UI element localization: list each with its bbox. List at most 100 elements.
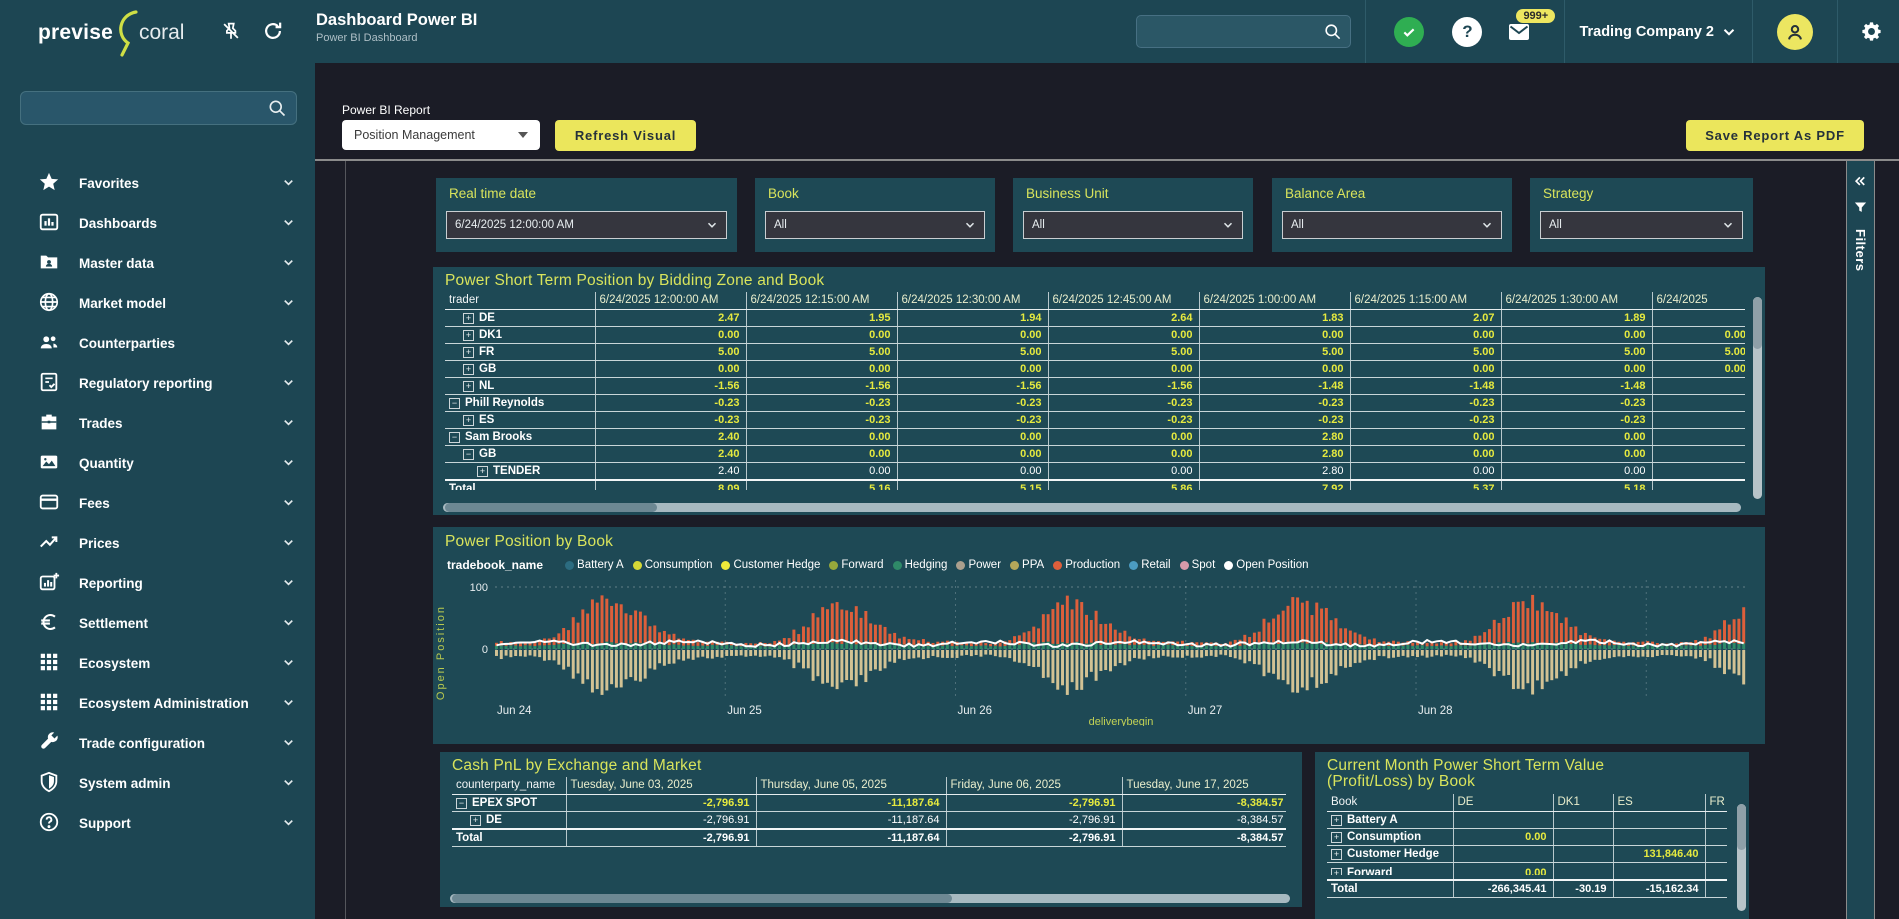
collapse-icon[interactable]: − <box>463 449 474 460</box>
legend-item-forward[interactable]: Forward <box>829 559 883 571</box>
sidebar-item-quantity[interactable]: Quantity <box>0 443 315 483</box>
chevron-down-icon[interactable] <box>281 455 297 471</box>
column-header[interactable]: 6/24/2025 12:45:00 AM <box>1048 292 1199 310</box>
collapse-icon[interactable]: − <box>449 432 460 443</box>
row-header[interactable]: −EPEX SPOT <box>452 795 566 812</box>
filter-dropdown[interactable]: All <box>1023 211 1243 239</box>
sidebar-item-system-admin[interactable]: System admin <box>0 763 315 803</box>
sidebar-item-ecosystem-administration[interactable]: Ecosystem Administration <box>0 683 315 723</box>
chevron-down-icon[interactable] <box>281 335 297 351</box>
pin-off-icon[interactable] <box>220 20 244 44</box>
sidebar-item-support[interactable]: Support <box>0 803 315 843</box>
collapse-icon[interactable]: − <box>449 398 460 409</box>
chevron-down-icon[interactable] <box>281 815 297 831</box>
chevron-down-icon[interactable] <box>281 255 297 271</box>
collapse-icon[interactable]: − <box>456 798 467 809</box>
row-header[interactable]: +FR <box>445 344 595 361</box>
expand-icon[interactable]: + <box>477 466 488 477</box>
horizontal-scrollbar[interactable] <box>450 894 1290 903</box>
chevron-down-icon[interactable] <box>281 175 297 191</box>
sidebar-item-counterparties[interactable]: Counterparties <box>0 323 315 363</box>
row-header[interactable]: +DE <box>452 812 566 830</box>
row-header[interactable]: +DK1 <box>445 327 595 344</box>
scrollbar-thumb[interactable] <box>1737 804 1746 850</box>
power-position-chart[interactable]: 1000Jun 24Jun 25Jun 26Jun 27Jun 28delive… <box>445 574 1753 726</box>
column-header[interactable]: 6/24/2025 1:15:00 AM <box>1350 292 1501 310</box>
expand-icon[interactable]: + <box>470 815 481 826</box>
help-button[interactable]: ? <box>1452 17 1482 47</box>
expand-icon[interactable]: + <box>1331 815 1342 826</box>
row-header[interactable]: +Consumption <box>1327 829 1453 846</box>
sidebar-item-dashboards[interactable]: Dashboards <box>0 203 315 243</box>
sidebar-item-master-data[interactable]: Master data <box>0 243 315 283</box>
expand-icon[interactable]: + <box>463 364 474 375</box>
expand-icon[interactable]: + <box>463 381 474 392</box>
column-header[interactable]: Thursday, June 05, 2025 <box>756 777 946 795</box>
row-header[interactable]: −GB <box>445 446 595 463</box>
notifications-button[interactable]: 999+ <box>1504 20 1534 44</box>
chevron-down-icon[interactable] <box>281 215 297 231</box>
column-header[interactable]: 6/24/2025 12:30:00 AM <box>897 292 1048 310</box>
vertical-scrollbar[interactable] <box>1753 297 1762 499</box>
expand-icon[interactable]: + <box>1331 849 1342 860</box>
row-header[interactable]: Total <box>452 829 566 847</box>
legend-item-battery-a[interactable]: Battery A <box>565 559 624 571</box>
avatar[interactable] <box>1777 14 1813 50</box>
sidebar-item-market-model[interactable]: Market model <box>0 283 315 323</box>
legend-item-power[interactable]: Power <box>956 559 1001 571</box>
column-header[interactable]: DE <box>1453 794 1553 812</box>
row-header[interactable]: +NL <box>445 378 595 395</box>
legend-item-retail[interactable]: Retail <box>1129 559 1170 571</box>
legend-item-production[interactable]: Production <box>1053 559 1120 571</box>
topbar-search-input[interactable] <box>1136 15 1351 48</box>
column-header[interactable]: FR <box>1705 794 1727 812</box>
filter-dropdown[interactable]: 6/24/2025 12:00:00 AM <box>446 211 727 239</box>
expand-icon[interactable]: + <box>463 415 474 426</box>
company-selector[interactable]: Trading Company 2 <box>1579 23 1738 41</box>
row-header[interactable]: −Phill Reynolds <box>445 395 595 412</box>
save-report-pdf-button[interactable]: Save Report As PDF <box>1686 120 1864 151</box>
chevron-down-icon[interactable] <box>281 655 297 671</box>
chevron-down-icon[interactable] <box>281 375 297 391</box>
column-header[interactable]: Friday, June 06, 2025 <box>946 777 1122 795</box>
scrollbar-thumb[interactable] <box>445 503 657 512</box>
expand-icon[interactable]: + <box>1331 868 1342 875</box>
report-select[interactable]: Position Management <box>342 120 540 150</box>
sidebar-item-favorites[interactable]: Favorites <box>0 163 315 203</box>
row-header[interactable]: Total <box>445 480 595 490</box>
legend-item-customer-hedge[interactable]: Customer Hedge <box>721 559 820 571</box>
expand-pane-icon[interactable] <box>1853 173 1868 188</box>
legend-item-ppa[interactable]: PPA <box>1010 559 1044 571</box>
sidebar-item-trades[interactable]: Trades <box>0 403 315 443</box>
column-header[interactable]: Book <box>1327 794 1453 812</box>
row-header[interactable]: +ES <box>445 412 595 429</box>
chevron-down-icon[interactable] <box>281 615 297 631</box>
sidebar-item-trade-configuration[interactable]: Trade configuration <box>0 723 315 763</box>
sidebar-item-regulatory-reporting[interactable]: Regulatory reporting <box>0 363 315 403</box>
sidebar-item-fees[interactable]: Fees <box>0 483 315 523</box>
expand-icon[interactable]: + <box>463 313 474 324</box>
sidebar-item-reporting[interactable]: Reporting <box>0 563 315 603</box>
row-header[interactable]: Total <box>1327 880 1453 898</box>
scrollbar-thumb[interactable] <box>452 894 952 903</box>
legend-item-spot[interactable]: Spot <box>1180 559 1216 571</box>
chevron-down-icon[interactable] <box>281 695 297 711</box>
column-header[interactable]: ES <box>1613 794 1705 812</box>
expand-icon[interactable]: + <box>463 330 474 341</box>
row-header[interactable]: +Battery A <box>1327 812 1453 829</box>
chevron-down-icon[interactable] <box>281 735 297 751</box>
column-header[interactable]: counterparty_name <box>452 777 566 795</box>
horizontal-scrollbar[interactable] <box>443 503 1741 512</box>
expand-icon[interactable]: + <box>1331 832 1342 843</box>
settings-button[interactable] <box>1860 20 1883 43</box>
chevron-down-icon[interactable] <box>281 495 297 511</box>
column-header[interactable]: 6/24/2025 <box>1652 292 1745 310</box>
chevron-down-icon[interactable] <box>281 535 297 551</box>
sidebar-search-input[interactable] <box>20 91 297 125</box>
column-header[interactable]: 6/24/2025 12:00:00 AM <box>595 292 746 310</box>
filter-dropdown[interactable]: All <box>1282 211 1502 239</box>
filters-pane-collapsed[interactable]: Filters <box>1846 161 1875 919</box>
expand-icon[interactable]: + <box>463 347 474 358</box>
chevron-down-icon[interactable] <box>281 575 297 591</box>
legend-item-consumption[interactable]: Consumption <box>633 559 713 571</box>
